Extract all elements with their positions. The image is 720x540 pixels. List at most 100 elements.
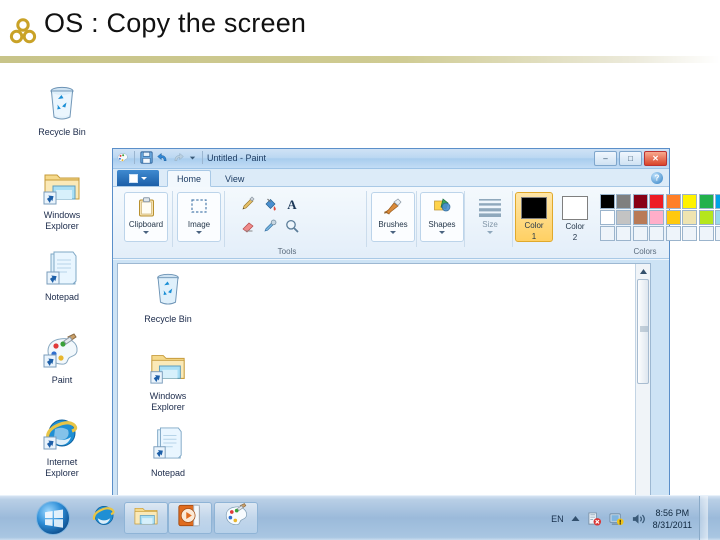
desktop-icon-recycle-bin[interactable]: Recycle Bin [26, 83, 98, 138]
desktop-icon-notepad[interactable]: Notepad [26, 248, 98, 303]
palette-swatch-r3-c7[interactable] [698, 225, 714, 241]
text-tool[interactable]: A [281, 193, 303, 215]
network-icon[interactable] [609, 512, 624, 526]
paint-palette-icon [26, 331, 98, 373]
palette-swatch-r1-c1[interactable] [599, 193, 615, 209]
taskbar-windows-explorer[interactable] [124, 502, 168, 534]
pencil-tool[interactable] [237, 193, 259, 215]
palette-swatch-r3-c6[interactable] [682, 225, 697, 241]
palette-swatch-r3-c2[interactable] [616, 225, 631, 241]
tab-view[interactable]: View [216, 170, 253, 187]
redo-arrow-icon[interactable] [172, 151, 185, 164]
palette-swatch-r3-c1[interactable] [599, 225, 615, 241]
desktop-background: Recycle Bin Windows Explorer Notepad Pai… [0, 63, 720, 540]
file-menu-button[interactable] [117, 170, 159, 186]
maximize-button[interactable]: □ [619, 151, 642, 166]
chevron-down-icon[interactable] [188, 153, 197, 162]
palette-swatch-r1-c5[interactable] [665, 193, 681, 209]
brushes-button[interactable]: Brushes [371, 192, 415, 242]
undo-arrow-icon[interactable] [156, 151, 169, 164]
desktop-icon-paint[interactable]: Paint [26, 331, 98, 386]
chevron-down-icon[interactable] [143, 231, 149, 234]
desktop-icon-label: Paint [51, 375, 73, 385]
palette-swatch-r3-c4[interactable] [649, 225, 664, 241]
size-button[interactable]: Size [468, 192, 512, 242]
palette-swatch-r2-c2[interactable] [616, 209, 631, 225]
eraser-tool[interactable] [237, 215, 259, 237]
floppy-save-icon[interactable] [140, 151, 153, 164]
fill-tool[interactable] [259, 193, 281, 215]
canvas-icon-windows-explorer: Windows Explorer [132, 347, 204, 412]
image-button[interactable]: Image [177, 192, 221, 242]
select-rectangle-icon [190, 197, 208, 217]
palette-swatch-r1-c6[interactable] [682, 193, 697, 209]
palette-swatch-r1-c2[interactable] [616, 193, 631, 209]
title-bar[interactable]: Untitled - Paint – □ ✕ [113, 149, 669, 169]
desktop-icon-label: Notepad [44, 292, 80, 302]
help-button[interactable]: ? [651, 172, 663, 184]
palette-swatch-r3-c5[interactable] [665, 225, 681, 241]
color1-button[interactable]: Color 1 [515, 192, 553, 242]
size-label: Size [482, 220, 498, 229]
tab-home[interactable]: Home [167, 170, 212, 187]
palette-swatch-r2-c7[interactable] [698, 209, 714, 225]
vertical-scroll-thumb[interactable] [637, 279, 649, 384]
palette-swatch-r1-c3[interactable] [632, 193, 648, 209]
help-icon: ? [654, 173, 660, 183]
page-title: OS : Copy the screen [44, 8, 307, 38]
volume-icon[interactable] [631, 512, 646, 526]
palette-swatch-r2-c3[interactable] [632, 209, 648, 225]
desktop-icon-windows-explorer[interactable]: Windows Explorer [26, 166, 98, 231]
chevron-down-icon[interactable] [439, 231, 445, 234]
clipboard-button[interactable]: Clipboard [124, 192, 168, 242]
taskbar-media-player[interactable] [168, 502, 212, 534]
palette-swatch-r1-c8[interactable] [715, 193, 720, 209]
clock[interactable]: 8:56 PM 8/31/2011 [653, 507, 692, 531]
close-icon: ✕ [652, 153, 659, 163]
chevron-down-icon[interactable] [196, 231, 202, 234]
notepad-icon [26, 248, 98, 290]
ribbon: Clipboard Image A Tools Brushes Shapes S… [113, 187, 720, 259]
clipboard-label: Clipboard [128, 220, 164, 229]
language-indicator[interactable]: EN [551, 514, 564, 524]
palette-swatch-r3-c8[interactable] [715, 225, 720, 241]
action-center-icon[interactable] [587, 511, 602, 526]
folder-icon [132, 347, 204, 389]
start-button[interactable] [36, 501, 70, 535]
chevron-down-icon [141, 176, 147, 180]
palette-swatch-r3-c3[interactable] [632, 225, 648, 241]
show-desktop-button[interactable] [699, 496, 708, 540]
palette-swatch-r2-c8[interactable] [715, 209, 720, 225]
window-controls: – □ ✕ [594, 151, 667, 166]
group-divider [464, 191, 465, 247]
chevron-down-icon[interactable] [487, 231, 493, 234]
chevron-down-icon[interactable] [390, 231, 396, 234]
palette-swatch-r1-c7[interactable] [698, 193, 714, 209]
palette-swatch-r2-c6[interactable] [682, 209, 697, 225]
paint-palette-icon[interactable] [116, 151, 129, 164]
shapes-button[interactable]: Shapes [420, 192, 464, 242]
color-picker-tool[interactable] [259, 215, 281, 237]
taskbar-paint[interactable] [214, 502, 258, 534]
paint-canvas[interactable]: Recycle Bin Windows Explorer Notepad [117, 263, 651, 521]
canvas-area: Recycle Bin Windows Explorer Notepad [113, 260, 669, 532]
canvas-vertical-scrollbar[interactable] [635, 264, 650, 520]
grip-icon [640, 326, 648, 332]
paint-bucket-icon [265, 198, 276, 211]
color-palette[interactable] [599, 193, 720, 241]
taskbar-internet-explorer[interactable] [82, 502, 126, 534]
color2-button[interactable]: Color 2 [556, 192, 594, 242]
palette-swatch-r2-c5[interactable] [665, 209, 681, 225]
scroll-up-button[interactable] [637, 265, 649, 278]
ribbon-group-shapes: Shapes [419, 189, 465, 257]
clock-time: 8:56 PM [655, 507, 690, 518]
image-label: Image [187, 220, 211, 229]
chevron-up-icon[interactable] [571, 515, 580, 522]
magnifier-tool[interactable] [281, 215, 303, 237]
palette-swatch-r1-c4[interactable] [649, 193, 664, 209]
palette-swatch-r2-c4[interactable] [649, 209, 664, 225]
palette-swatch-r2-c1[interactable] [599, 209, 615, 225]
desktop-icon-internet-explorer[interactable]: Internet Explorer [26, 413, 98, 478]
close-button[interactable]: ✕ [644, 151, 667, 166]
minimize-button[interactable]: – [594, 151, 617, 166]
